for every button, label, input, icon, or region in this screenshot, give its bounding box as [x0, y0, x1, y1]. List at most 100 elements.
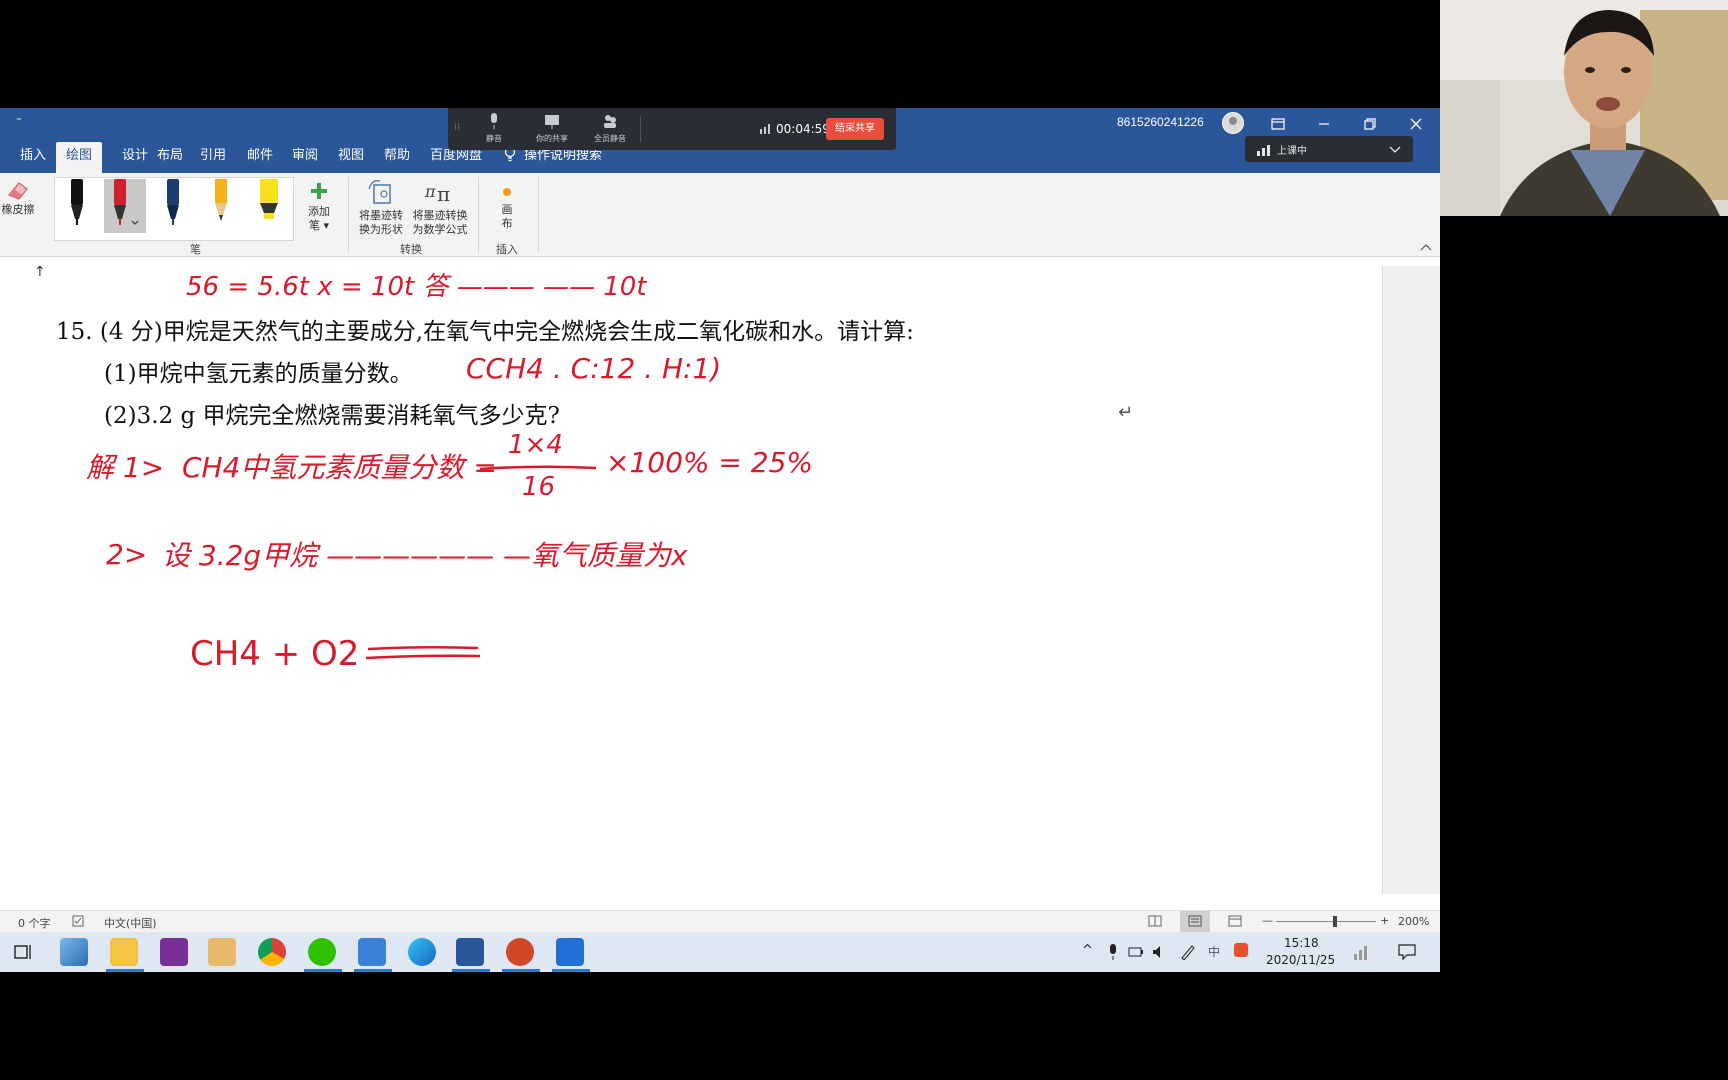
language-status[interactable]: 中文(中国): [104, 915, 157, 931]
zoom-out[interactable]: —: [1262, 914, 1273, 927]
battery-icon[interactable]: [1128, 947, 1144, 957]
end-share-button[interactable]: 结束共享: [826, 118, 884, 140]
tab-insert[interactable]: 插入: [10, 142, 56, 173]
word-icon[interactable]: [456, 938, 484, 966]
status-bar: 0 个字 中文(中国) — + 200%: [0, 910, 1440, 932]
ime-icon[interactable]: 中: [1208, 943, 1220, 960]
paragraph-mark: ↵: [1118, 402, 1134, 423]
tab-help[interactable]: 帮助: [374, 142, 420, 173]
pen-red-selected[interactable]: [104, 179, 146, 233]
tab-mailings[interactable]: 邮件: [237, 142, 283, 173]
task-view-icon[interactable]: [14, 943, 34, 961]
ink-fraction-denominator: 16: [522, 472, 556, 502]
quick-access-toolbar[interactable]: ⁼: [16, 114, 22, 127]
network-signal-icon: [760, 124, 770, 134]
ink-fraction-numerator: 1×4: [508, 430, 563, 460]
cloud-app-icon[interactable]: [358, 938, 386, 966]
zoom-level[interactable]: 200%: [1398, 915, 1429, 928]
question-15-part-2: (2)3.2 g 甲烷完全燃烧需要消耗氧气多少克?: [104, 403, 560, 429]
share-label: 你的共享: [536, 134, 568, 143]
avatar[interactable]: [1222, 112, 1244, 134]
mute-all-button[interactable]: 全员静音: [590, 112, 630, 144]
volume-icon[interactable]: [1152, 945, 1166, 959]
webcam-video: [1440, 0, 1728, 216]
share-button[interactable]: 你的共享: [532, 112, 572, 144]
document-page[interactable]: ↑ 56 = 5.6t x = 10t 答 ——— —— 10t 15. (4 …: [0, 264, 1382, 894]
restore-icon[interactable]: [1348, 108, 1392, 139]
canvas-icon: [503, 188, 511, 196]
question-15: 15. (4 分)甲烷是天然气的主要成分,在氧气中完全燃烧会生成二氧化碳和水。请…: [56, 319, 914, 345]
drag-handle-icon[interactable]: ⁞⁞: [454, 122, 460, 133]
pen-blue[interactable]: [152, 179, 194, 233]
sogou-icon[interactable]: [1234, 943, 1248, 957]
microphone-icon[interactable]: [1108, 944, 1118, 960]
ink-step2-text: 设 3.2g甲烷 —————— —氧气质量为x: [162, 539, 688, 572]
tab-view[interactable]: 视图: [328, 142, 374, 173]
mute-all-label: 全员静音: [594, 134, 626, 143]
ink-fraction-bar: [479, 465, 597, 471]
ink-to-shape-icon: [368, 180, 391, 204]
tab-review[interactable]: 审阅: [282, 142, 328, 173]
file-explorer-icon[interactable]: [110, 938, 138, 966]
add-pen-button[interactable]: 添加 笔 ▾: [302, 181, 336, 233]
ribbon-separator: [538, 177, 539, 253]
highlighter-yellow[interactable]: [248, 179, 290, 233]
meeting-app-icon[interactable]: [556, 938, 584, 966]
clock-time[interactable]: 15:18: [1284, 936, 1319, 950]
tab-references[interactable]: 引用: [190, 142, 236, 173]
clock-date[interactable]: 2020/11/25: [1266, 953, 1335, 967]
print-layout-icon: [1188, 915, 1202, 927]
account-name[interactable]: 8615260241226: [1117, 115, 1204, 129]
read-mode-icon[interactable]: [1148, 915, 1162, 927]
ribbon-separator: [478, 177, 479, 253]
ink-solve-label: 解 1>: [86, 451, 165, 484]
tray-chevron-icon[interactable]: ^: [1082, 943, 1093, 958]
mute-label: 静音: [486, 134, 502, 143]
powerpoint-icon[interactable]: [506, 938, 534, 966]
meeting-toolbar: ⁞⁞ 静音 你的共享 全员静音 00:04:59 结束共享: [448, 108, 896, 150]
ink-step2-label: 2>: [106, 538, 148, 571]
pencil-yellow[interactable]: [200, 179, 242, 233]
word-window: ⁼ 8615260241226 插入 绘图 设计 布局 引用 邮件 审阅 视图 …: [0, 108, 1440, 972]
onenote-icon[interactable]: [160, 938, 188, 966]
wechat-icon[interactable]: [308, 938, 336, 966]
pen-red-icon: [114, 179, 139, 225]
vertical-scrollbar[interactable]: [1382, 266, 1440, 894]
svg-text:π: π: [437, 182, 450, 206]
proofing-icon[interactable]: [72, 915, 86, 927]
ink-solve-text: CH4中氢元素质量分数 =: [182, 451, 497, 484]
zoom-in[interactable]: +: [1380, 914, 1389, 927]
class-status-bar[interactable]: 上课中: [1245, 136, 1413, 162]
mute-button[interactable]: 静音: [474, 112, 514, 144]
eraser-button[interactable]: 橡皮擦: [0, 177, 36, 217]
web-layout-icon[interactable]: [1228, 915, 1242, 927]
tab-draw[interactable]: 绘图: [56, 142, 103, 173]
brush-app-icon[interactable]: [60, 938, 88, 966]
collapse-ribbon-icon[interactable]: [1420, 243, 1432, 251]
active-indicator: [452, 969, 490, 972]
pen-tray-icon[interactable]: [1180, 944, 1196, 960]
ribbon-draw: 橡皮擦 添加 笔 ▾ 笔 将墨迹转 换为形状 π π 将墨迹转换 为数学公式 转…: [0, 173, 1440, 257]
edge-icon[interactable]: [408, 938, 436, 966]
media-app-icon[interactable]: [208, 938, 236, 966]
pen-black[interactable]: [56, 179, 98, 233]
plus-icon: [311, 183, 327, 199]
word-count[interactable]: 0 个字: [18, 915, 51, 931]
ink-to-shape-button[interactable]: 将墨迹转 换为形状: [354, 177, 408, 237]
canvas-label-2: 布: [501, 217, 513, 230]
minimize-icon[interactable]: [1302, 108, 1346, 139]
print-layout-button[interactable]: [1180, 911, 1210, 932]
notification-icon[interactable]: [1398, 944, 1416, 960]
ink-to-math-button[interactable]: ππ 将墨迹转换 为数学公式: [408, 177, 472, 237]
zoom-slider-thumb[interactable]: [1333, 916, 1337, 927]
close-icon[interactable]: [1394, 108, 1438, 139]
ribbon-display-icon[interactable]: [1256, 108, 1300, 139]
chrome-icon[interactable]: [258, 938, 286, 966]
canvas-button[interactable]: 画 布: [492, 185, 522, 231]
question-15-part-1: (1)甲烷中氢元素的质量分数。: [104, 361, 413, 387]
toolbar-divider: [640, 116, 641, 142]
camera-preview: [1440, 0, 1728, 216]
zoom-slider[interactable]: [1276, 921, 1376, 922]
tab-layout[interactable]: 布局: [147, 142, 193, 173]
ink-to-math-icon: ππ: [424, 182, 450, 206]
